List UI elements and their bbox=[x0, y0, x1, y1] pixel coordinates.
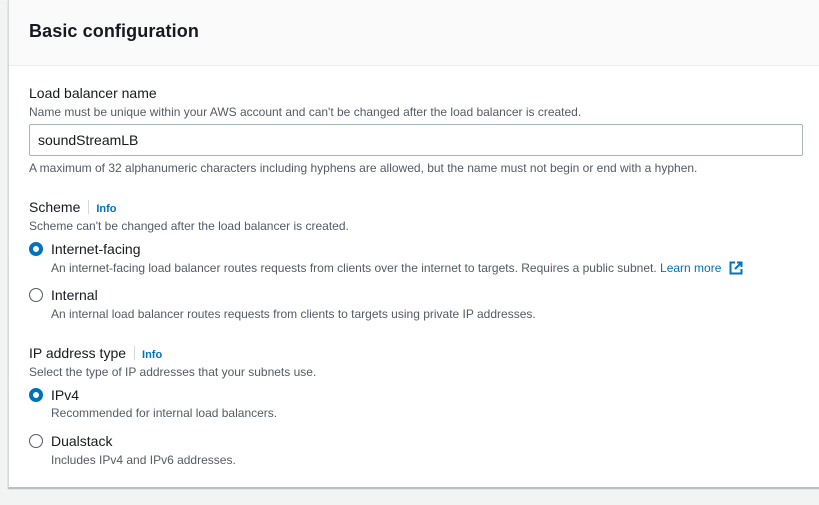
lb-name-label: Load balancer name bbox=[29, 85, 157, 101]
scheme-info-link[interactable]: Info bbox=[96, 203, 116, 215]
scheme-header: Scheme Info bbox=[29, 199, 117, 217]
internet-facing-description: An internet-facing load balancer routes … bbox=[51, 261, 743, 278]
internal-description: An internal load balancer routes request… bbox=[51, 307, 536, 321]
internal-radio[interactable] bbox=[29, 288, 43, 302]
scheme-description: Scheme can't be changed after the load b… bbox=[29, 219, 349, 233]
ipv4-label[interactable]: IPv4 bbox=[51, 387, 79, 403]
ipv4-description: Recommended for internal load balancers. bbox=[51, 406, 278, 420]
panel-header: Basic configuration bbox=[9, 0, 819, 66]
lb-name-constraint: A maximum of 32 alphanumeric characters … bbox=[29, 161, 698, 175]
learn-more-link[interactable]: Learn more bbox=[660, 261, 721, 275]
dualstack-description: Includes IPv4 and IPv6 addresses. bbox=[51, 453, 236, 467]
ip-type-description: Select the type of IP addresses that you… bbox=[29, 365, 317, 379]
dualstack-label[interactable]: Dualstack bbox=[51, 433, 112, 449]
internet-facing-label[interactable]: Internet-facing bbox=[51, 241, 141, 257]
lb-name-description: Name must be unique within your AWS acco… bbox=[29, 105, 582, 119]
ip-type-label: IP address type bbox=[29, 345, 127, 361]
panel-title: Basic configuration bbox=[29, 21, 199, 41]
internet-facing-radio[interactable] bbox=[29, 242, 43, 256]
basic-configuration-panel: Basic configuration Load balancer name N… bbox=[8, 0, 819, 488]
ipv4-radio[interactable] bbox=[29, 388, 43, 402]
internet-facing-description-text: An internet-facing load balancer routes … bbox=[51, 261, 657, 275]
info-divider bbox=[134, 346, 136, 360]
external-link-icon[interactable] bbox=[729, 261, 743, 278]
lb-name-input[interactable] bbox=[29, 124, 803, 156]
scheme-label: Scheme bbox=[29, 199, 81, 215]
internal-label[interactable]: Internal bbox=[51, 287, 98, 303]
dualstack-radio[interactable] bbox=[29, 434, 43, 448]
ip-type-header: IP address type Info bbox=[29, 345, 162, 363]
info-divider bbox=[88, 200, 90, 214]
ip-type-info-link[interactable]: Info bbox=[142, 349, 162, 361]
